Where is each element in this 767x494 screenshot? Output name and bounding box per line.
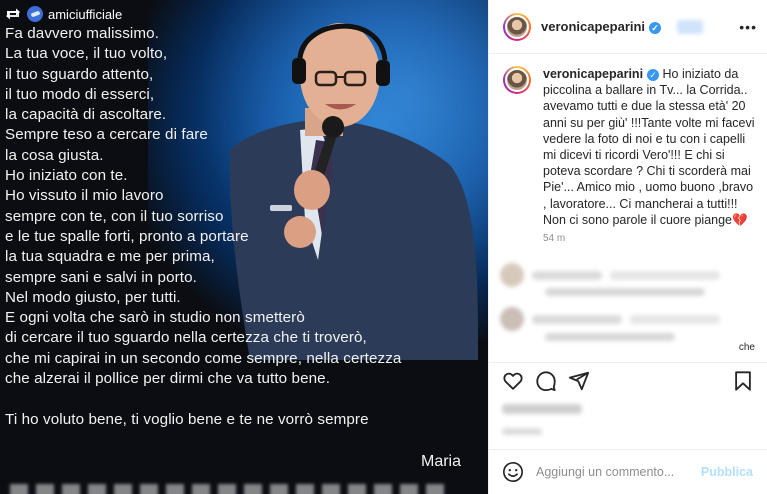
poem-line: Nel modo giusto, per tutti. — [5, 288, 181, 306]
poem-text: Fa davvero malissimo. La tua voce, il tu… — [5, 24, 483, 431]
poem-line: E ogni volta che sarò in studio non smet… — [5, 309, 305, 327]
poem-line: sempre sani e salvi in porto. — [5, 268, 197, 286]
post-header: veronicapeparini ✓ ••• — [489, 0, 767, 54]
caption-timestamp[interactable]: 54 m — [543, 233, 565, 244]
comment-composer: Pubblica — [488, 449, 767, 494]
blurred-comment-meta — [545, 333, 675, 341]
avatar[interactable] — [503, 12, 531, 41]
post-image[interactable]: amiciufficiale Fa davvero malissimo. La … — [0, 0, 488, 494]
partial-comment-text: che — [738, 342, 755, 353]
share-icon[interactable] — [568, 370, 590, 392]
poem-line: la capacità di ascoltare. — [5, 106, 167, 124]
header-username-text[interactable]: veronicapeparini — [541, 19, 645, 34]
bookmark-icon[interactable] — [732, 370, 754, 392]
follow-button[interactable] — [677, 19, 704, 34]
post-side-panel: veronicapeparini ✓ ••• veronicapeparini ✓ … — [488, 0, 767, 494]
poem-line: il tuo sguardo attento, — [5, 65, 154, 83]
header-username[interactable]: veronicapeparini ✓ — [541, 19, 662, 34]
poem-line: Sempre teso a cercare di fare — [5, 126, 208, 144]
poem-line: che alzerai il pollice per dirmi che va … — [5, 370, 331, 388]
blurred-comment-meta — [545, 288, 705, 296]
poem-line: sempre con te, con il tuo sorriso — [5, 207, 224, 225]
repost-icon — [6, 8, 20, 20]
repost-avatar — [27, 6, 43, 22]
caption-body: veronicapeparini ✓ Ho iniziato da piccoli… — [543, 66, 758, 228]
cropped-text-strip — [10, 484, 450, 494]
comment-input[interactable] — [536, 465, 696, 479]
blurred-comment — [500, 263, 720, 287]
poem-line: la cosa giusta. — [5, 146, 104, 164]
verified-badge-icon: ✓ — [649, 21, 662, 34]
likes-count[interactable] — [502, 404, 582, 414]
post-actions — [488, 362, 767, 396]
verified-badge-icon: ✓ — [647, 68, 660, 81]
poem-signature: Maria — [421, 453, 462, 470]
post-date — [502, 428, 542, 435]
poem-line: Fa davvero malissimo. — [5, 25, 160, 42]
poem-spacer — [5, 389, 483, 410]
caption-avatar[interactable] — [503, 66, 531, 94]
poem-line: Ho iniziato con te. — [5, 167, 128, 185]
poem-line: di cercare il tuo sguardo nella certezza… — [5, 329, 367, 347]
publish-button[interactable]: Pubblica — [701, 465, 753, 479]
poem-line: che mi capirai in un secondo come sempre… — [5, 349, 402, 367]
poem-line: la tua squadra e me per prima, — [5, 248, 215, 266]
repost-header: amiciufficiale — [4, 4, 122, 24]
poem-line: Ti ho voluto bene, ti voglio bene e te n… — [5, 411, 369, 429]
emoji-icon[interactable] — [502, 461, 524, 483]
poem-line: La tua voce, il tuo volto, — [5, 45, 168, 63]
more-options-icon[interactable]: ••• — [739, 19, 757, 35]
heart-icon[interactable] — [502, 370, 524, 392]
post-caption: veronicapeparini ✓ Ho iniziato da piccoli… — [503, 66, 758, 228]
repost-username: amiciufficiale — [48, 6, 123, 22]
caption-text: Ho iniziato da piccolina a ballare in Tv… — [543, 67, 755, 227]
caption-username[interactable]: veronicapeparini — [543, 67, 643, 81]
poem-line: il tuo modo di esserci, — [5, 85, 155, 103]
comment-icon[interactable] — [535, 370, 557, 392]
poem-line: e le tue spalle forti, pronto a portare — [5, 227, 249, 245]
blurred-comment — [500, 307, 720, 331]
poem-line: Ho vissuto il mio lavoro — [5, 187, 164, 205]
